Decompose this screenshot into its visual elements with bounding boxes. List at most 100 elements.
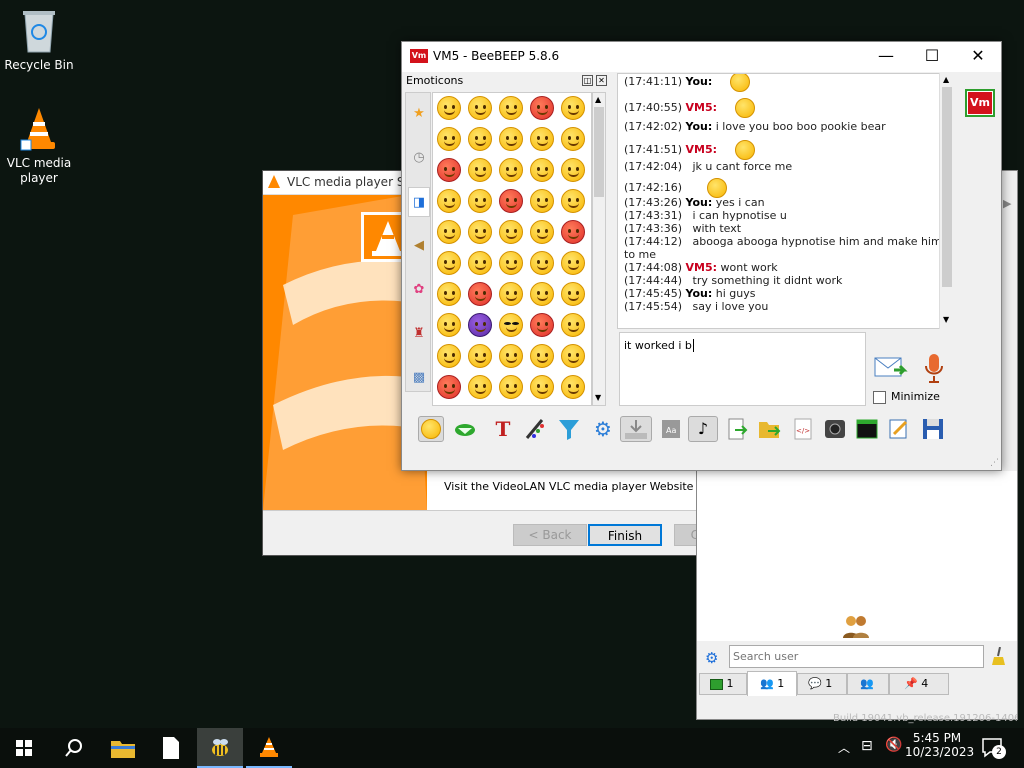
back-button[interactable]: < Back (513, 524, 587, 546)
vlc-taskbar-button[interactable] (246, 728, 292, 768)
emoticon-item[interactable] (530, 344, 554, 368)
emoticon-item[interactable] (499, 251, 523, 275)
emoticon-item[interactable] (437, 375, 461, 399)
emoticon-green-icon[interactable] (452, 416, 478, 442)
clock[interactable]: 5:45 PM 10/23/2023 (905, 731, 974, 759)
nature-flower-icon[interactable]: ✿ (408, 275, 430, 305)
search-user-input[interactable] (729, 645, 984, 668)
emoticon-item[interactable] (499, 282, 523, 306)
show-hidden-icons-chevron-icon[interactable]: ︿ (838, 739, 850, 756)
screenshot-camera-icon[interactable] (822, 416, 848, 442)
favorites-star-icon[interactable]: ★ (408, 99, 430, 129)
panel-close-icon[interactable]: ✕ (596, 75, 607, 86)
panel-float-icon[interactable]: ◫ (582, 75, 593, 86)
emoticon-item[interactable] (437, 344, 461, 368)
emoticon-item[interactable] (561, 282, 585, 306)
save-disk-icon[interactable] (920, 416, 946, 442)
emoticon-item[interactable] (468, 313, 492, 337)
settings-gear-icon[interactable]: ⚙ (705, 649, 718, 667)
beebeep-taskbar-button[interactable] (197, 728, 243, 768)
tab-users[interactable]: 👥 1 (747, 671, 797, 696)
notepad-file-icon[interactable] (148, 728, 194, 768)
sound-category-icon[interactable]: ◀ (408, 231, 430, 261)
emoticon-scroll-down[interactable]: ▼ (595, 393, 601, 402)
emoticon-item[interactable] (499, 158, 523, 182)
objects-category-icon[interactable]: ♜ (408, 319, 430, 349)
font-style-icon[interactable]: T (490, 416, 516, 442)
voice-microphone-icon[interactable] (923, 352, 945, 384)
emoticon-item[interactable] (530, 127, 554, 151)
emoticon-scroll-up[interactable]: ▲ (595, 95, 601, 104)
log-scroll-down[interactable]: ▼ (943, 315, 949, 324)
network-icon[interactable]: ⊟ (861, 738, 873, 754)
desktop-icon-vlc[interactable]: VLC media player (1, 106, 77, 186)
tab-shares[interactable]: 📌 4 (889, 673, 949, 695)
emoticon-item[interactable] (499, 127, 523, 151)
emoticon-item[interactable] (437, 220, 461, 244)
download-tray-icon[interactable] (620, 416, 652, 442)
emoticon-item[interactable] (530, 189, 554, 213)
edit-notes-icon[interactable] (886, 416, 912, 442)
emoticon-item[interactable] (437, 282, 461, 306)
terminal-icon[interactable] (854, 416, 880, 442)
clear-search-broom-icon[interactable] (991, 646, 1007, 665)
emoticon-item[interactable] (561, 251, 585, 275)
chat-titlebar[interactable]: Vm VM5 - BeeBEEP 5.8.6 — ☐ ✕ (402, 42, 1001, 72)
send-envelope-icon[interactable] (874, 354, 908, 382)
music-note-icon[interactable]: ♪ (688, 416, 718, 442)
emoticon-item[interactable] (437, 313, 461, 337)
emoticon-item[interactable] (561, 127, 585, 151)
emoticon-item[interactable] (561, 189, 585, 213)
recent-clock-icon[interactable]: ◷ (408, 143, 430, 173)
emoticon-item[interactable] (499, 313, 523, 337)
emoticon-item[interactable] (499, 344, 523, 368)
tab-chats[interactable]: 1 (699, 673, 747, 695)
emoticon-item[interactable] (561, 220, 585, 244)
symbols-category-icon[interactable]: ▩ (408, 363, 430, 393)
emoticon-item[interactable] (437, 158, 461, 182)
notification-center-icon[interactable]: 2 (980, 735, 1006, 761)
emoticon-item[interactable] (530, 220, 554, 244)
close-window-button[interactable]: ✕ (955, 42, 1001, 72)
emoticon-item[interactable] (561, 375, 585, 399)
emoticon-item[interactable] (561, 96, 585, 120)
emoticon-item[interactable] (530, 282, 554, 306)
emoticon-toggle-button[interactable] (418, 416, 444, 442)
finish-button[interactable]: Finish (588, 524, 662, 546)
people-category-icon[interactable]: ◨ (408, 187, 430, 217)
chat-log-scrollbar[interactable]: ▲ ▼ (939, 73, 954, 329)
emoticon-item[interactable] (468, 158, 492, 182)
emoticon-item[interactable] (530, 313, 554, 337)
font-color-icon[interactable] (522, 416, 548, 442)
tab-groups[interactable]: 👥 (847, 673, 889, 695)
emoticon-item[interactable] (468, 251, 492, 275)
emoticon-item[interactable] (561, 313, 585, 337)
emoticon-item[interactable] (530, 96, 554, 120)
emoticon-scroll-thumb[interactable] (594, 107, 604, 197)
settings-gears-icon[interactable]: ⚙ (590, 416, 616, 442)
emoticon-item[interactable] (437, 251, 461, 275)
bee-scroll-arrow-icon[interactable]: ▶ (1003, 197, 1011, 210)
resize-grip-icon[interactable]: ⋰ (990, 458, 999, 468)
html-code-icon[interactable]: </> (790, 416, 816, 442)
maximize-window-button[interactable]: ☐ (909, 42, 955, 72)
tab-messages[interactable]: 💬 1 (797, 673, 847, 695)
emoticon-item[interactable] (468, 282, 492, 306)
message-input[interactable]: it worked i b (619, 332, 866, 406)
emoticon-item[interactable] (530, 158, 554, 182)
search-icon[interactable] (50, 728, 96, 768)
emoticon-item[interactable] (530, 375, 554, 399)
minimize-window-button[interactable]: — (863, 42, 909, 72)
emoticon-item[interactable] (468, 344, 492, 368)
emoticon-item[interactable] (468, 375, 492, 399)
emoticon-scrollbar[interactable]: ▲ ▼ (592, 92, 606, 406)
emoticon-item[interactable] (468, 189, 492, 213)
emoticon-item[interactable] (468, 96, 492, 120)
emoticon-item[interactable] (530, 251, 554, 275)
emoticon-item[interactable] (499, 220, 523, 244)
emoticon-item[interactable] (499, 375, 523, 399)
log-scroll-thumb[interactable] (942, 87, 952, 287)
log-scroll-up[interactable]: ▲ (943, 75, 949, 84)
start-button[interactable] (0, 728, 48, 768)
vlc-website-link[interactable]: Visit the VideoLAN VLC media player Webs… (444, 480, 693, 493)
